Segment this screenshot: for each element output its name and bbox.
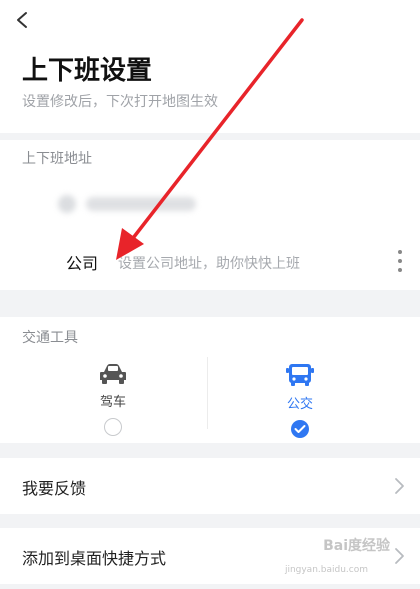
radio-bus[interactable] — [291, 420, 309, 438]
home-address-text — [86, 197, 196, 211]
company-label[interactable]: 公司 — [66, 250, 98, 274]
mode-drive-label: 驾车 — [99, 395, 126, 410]
bus-icon — [286, 364, 314, 386]
add-shortcut-label: 添加到桌面快捷方式 — [22, 549, 167, 568]
watermark-url: jingyan.baidu.com — [284, 565, 368, 575]
more-options-button[interactable] — [396, 250, 404, 272]
mode-bus-label: 公交 — [286, 397, 313, 412]
car-icon — [100, 364, 126, 384]
back-button[interactable] — [10, 8, 34, 32]
mode-bus[interactable]: 公交 — [270, 363, 330, 438]
feedback-label: 我要反馈 — [22, 479, 87, 498]
chevron-left-icon — [17, 12, 27, 28]
address-section-label: 上下班地址 — [22, 151, 92, 167]
feedback-row[interactable]: 我要反馈 — [0, 458, 420, 514]
page-title: 上下班设置 — [22, 56, 153, 86]
chevron-right-icon — [395, 548, 404, 564]
more-dot-icon — [398, 268, 402, 272]
more-dot-icon — [398, 259, 402, 263]
header: 上下班设置 设置修改后，下次打开地图生效 — [0, 0, 420, 133]
page-subtitle: 设置修改后，下次打开地图生效 — [22, 94, 218, 110]
transport-card: 交通工具 驾车 公交 — [0, 317, 420, 443]
chevron-right-icon — [395, 478, 404, 494]
home-address-blurred[interactable] — [58, 192, 208, 216]
more-dot-icon — [398, 250, 402, 254]
divider — [207, 357, 208, 429]
commute-address-card: 上下班地址 公司 设置公司地址，助你快快上班 — [0, 140, 420, 290]
mode-drive[interactable]: 驾车 — [83, 363, 143, 436]
radio-drive[interactable] — [104, 418, 122, 436]
transport-section-label: 交通工具 — [22, 330, 78, 346]
watermark-brand: Bai度经验 — [323, 538, 390, 554]
home-icon — [58, 195, 76, 213]
company-address-hint[interactable]: 设置公司地址，助你快快上班 — [118, 253, 300, 273]
check-icon — [294, 425, 306, 433]
